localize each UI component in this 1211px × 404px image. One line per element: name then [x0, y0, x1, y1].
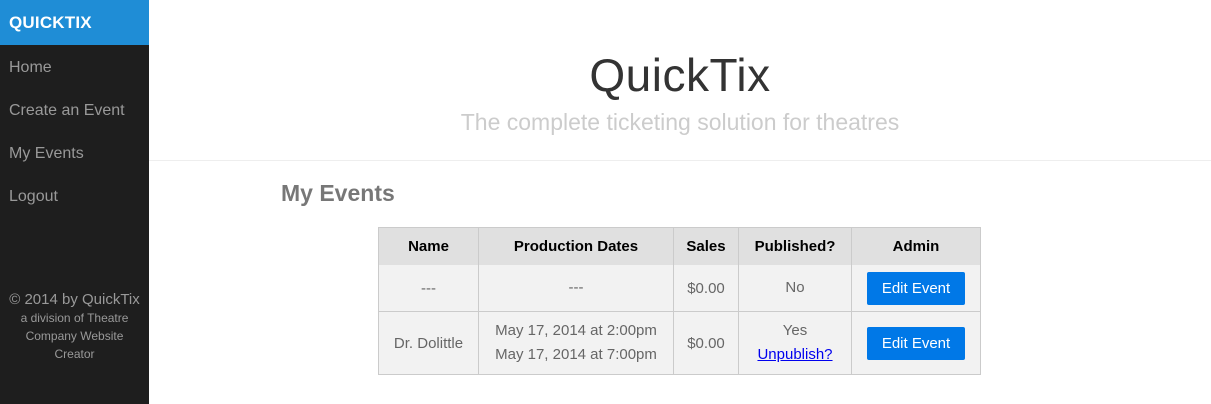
unpublish-link[interactable]: Unpublish? — [757, 346, 832, 363]
column-header-name: Name — [378, 227, 479, 265]
cell-admin: Edit Event — [851, 265, 981, 312]
column-header-published: Published? — [738, 227, 852, 265]
edit-event-button[interactable]: Edit Event — [866, 271, 966, 305]
cell-dates: May 17, 2014 at 2:00pm May 17, 2014 at 7… — [478, 311, 674, 375]
cell-name: Dr. Dolittle — [378, 311, 479, 375]
sidebar-item-logout[interactable]: Logout — [0, 174, 149, 217]
cell-dates: --- — [478, 265, 674, 312]
table-row: Dr. Dolittle May 17, 2014 at 2:00pm May … — [378, 311, 981, 375]
published-status: Yes — [782, 322, 808, 339]
production-date: May 17, 2014 at 2:00pm — [495, 322, 657, 339]
section-title: My Events — [281, 180, 395, 206]
column-header-sales: Sales — [673, 227, 739, 265]
page-header: QuickTix The complete ticketing solution… — [149, 0, 1211, 161]
edit-event-button[interactable]: Edit Event — [866, 326, 966, 360]
cell-sales: $0.00 — [673, 265, 739, 312]
sidebar-item-create-event[interactable]: Create an Event — [0, 88, 149, 131]
published-status: No — [785, 279, 805, 296]
cell-name: --- — [378, 265, 479, 312]
sidebar-nav: Home Create an Event My Events Logout — [0, 45, 149, 217]
sidebar-item-my-events[interactable]: My Events — [0, 131, 149, 174]
cell-published: Yes Unpublish? — [738, 311, 852, 375]
production-date: --- — [568, 279, 584, 296]
cell-admin: Edit Event — [851, 311, 981, 375]
cell-sales: $0.00 — [673, 311, 739, 375]
main-content: QuickTix The complete ticketing solution… — [149, 0, 1211, 404]
footer-copyright: © 2014 by QuickTix — [9, 291, 140, 308]
events-table: Name Production Dates Sales Published? A… — [378, 227, 981, 375]
production-date: May 17, 2014 at 7:00pm — [495, 346, 657, 363]
column-header-dates: Production Dates — [478, 227, 674, 265]
sidebar-item-home[interactable]: Home — [0, 45, 149, 88]
sidebar: QUICKTIX Home Create an Event My Events … — [0, 0, 149, 404]
table-header-row: Name Production Dates Sales Published? A… — [378, 227, 981, 265]
column-header-admin: Admin — [851, 227, 981, 265]
sidebar-footer: © 2014 by QuickTix a division of Theatre… — [0, 291, 149, 363]
brand-link[interactable]: QUICKTIX — [0, 0, 149, 45]
cell-published: No — [738, 265, 852, 312]
table-row: --- --- $0.00 No Edit Event — [378, 265, 981, 312]
app-title: QuickTix — [589, 49, 771, 101]
footer-subtitle: a division of Theatre Company Website Cr… — [20, 311, 129, 361]
app-subtitle: The complete ticketing solution for thea… — [460, 109, 900, 135]
